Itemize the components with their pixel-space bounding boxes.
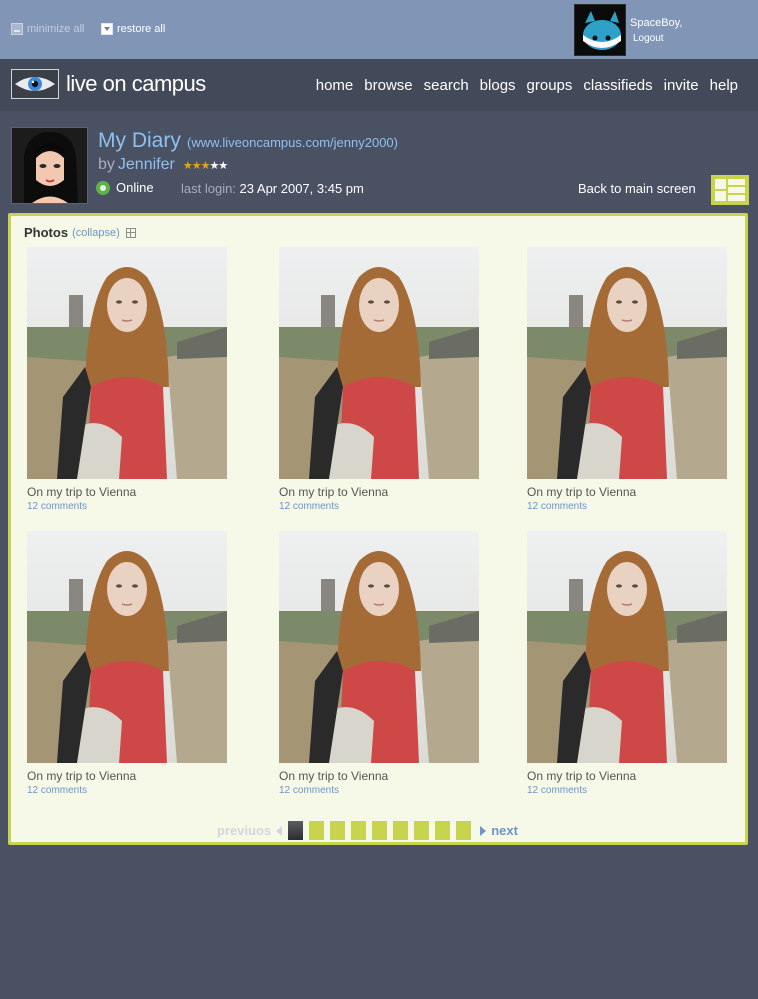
photo-comments-link[interactable]: 12 comments: [27, 785, 227, 796]
page-button-9[interactable]: [456, 821, 472, 840]
nav-home[interactable]: home: [316, 77, 354, 94]
photo-image: [279, 247, 479, 479]
user-avatar[interactable]: [574, 4, 626, 56]
eye-icon: [12, 70, 58, 98]
last-login-label: last login:: [181, 181, 236, 196]
photo-caption: On my trip to Vienna: [279, 485, 389, 499]
photo-caption: On my trip to Vienna: [279, 769, 389, 783]
diary-title: My Diary: [98, 129, 181, 152]
minimize-all-button[interactable]: minimize all: [11, 23, 84, 35]
photo-thumbnail[interactable]: [27, 531, 227, 763]
photo-caption: On my trip to Vienna: [27, 485, 137, 499]
nav-help[interactable]: help: [710, 77, 738, 94]
previous-arrow-icon[interactable]: [276, 825, 283, 836]
star-empty-icon: ★: [218, 160, 228, 172]
username: SpaceBoy,: [630, 17, 683, 29]
page-button-5[interactable]: [372, 821, 388, 840]
nav-classifieds[interactable]: classifieds: [583, 77, 652, 94]
photo-item: On my trip to Vienna 12 comments: [527, 247, 727, 512]
photo-item: On my trip to Vienna 12 comments: [27, 247, 227, 512]
photo-comments-link[interactable]: 12 comments: [279, 785, 479, 796]
layout-grid-icon: [713, 177, 747, 203]
photo-image: [27, 531, 227, 763]
page-button-4[interactable]: [351, 821, 367, 840]
page-button-2[interactable]: [309, 821, 325, 840]
back-to-main-link[interactable]: Back to main screen: [578, 181, 696, 196]
last-login: last login: 23 Apr 2007, 3:45 pm: [181, 181, 364, 196]
nav-search[interactable]: search: [424, 77, 469, 94]
layout-toggle-button[interactable]: [711, 175, 749, 205]
site-header: live on campus home browse search blogs …: [0, 59, 758, 111]
photos-panel: Photos (collapse) On my trip to Vienna 12…: [8, 213, 748, 845]
photo-item: On my trip to Vienna 12 comments: [279, 531, 479, 796]
photo-comments-link[interactable]: 12 comments: [27, 501, 227, 512]
by-label: by: [98, 156, 115, 173]
next-link[interactable]: next: [491, 823, 518, 838]
star-filled-icon: ★: [191, 160, 202, 172]
profile-picture[interactable]: [11, 127, 88, 204]
diary-url-link[interactable]: (www.liveoncampus.com/jenny2000): [187, 135, 398, 150]
photo-image: [279, 531, 479, 763]
restore-icon: [101, 23, 113, 35]
photo-image: [527, 247, 727, 479]
nav-blogs[interactable]: blogs: [480, 77, 516, 94]
page-button-1[interactable]: [288, 821, 304, 840]
author-line: by Jennifer ★★★★★: [98, 156, 228, 174]
photo-caption: On my trip to Vienna: [527, 769, 637, 783]
nav-invite[interactable]: invite: [664, 77, 699, 94]
profile-portrait-icon: [12, 128, 87, 203]
photo-image: [27, 247, 227, 479]
page-button-3[interactable]: [330, 821, 346, 840]
photo-caption: On my trip to Vienna: [527, 485, 637, 499]
photo-item: On my trip to Vienna 12 comments: [527, 531, 727, 796]
logout-link[interactable]: Logout: [633, 33, 664, 44]
expand-grid-icon[interactable]: [125, 227, 136, 238]
page-button-8[interactable]: [435, 821, 451, 840]
star-empty-icon: ★: [209, 160, 219, 172]
avatar-character-icon: [575, 5, 625, 55]
restore-all-label: restore all: [117, 23, 166, 35]
photo-comments-link[interactable]: 12 comments: [527, 501, 727, 512]
photos-panel-header: Photos (collapse): [24, 225, 136, 240]
restore-all-button[interactable]: restore all: [101, 23, 165, 35]
photo-comments-link[interactable]: 12 comments: [279, 501, 479, 512]
minimize-all-label: minimize all: [27, 23, 85, 35]
page-button-7[interactable]: [414, 821, 430, 840]
photo-thumbnail[interactable]: [527, 531, 727, 763]
photo-thumbnail[interactable]: [27, 247, 227, 479]
online-status-icon: [96, 180, 110, 195]
next-arrow-icon[interactable]: [480, 825, 487, 836]
photo-caption: On my trip to Vienna: [27, 769, 137, 783]
photo-thumbnail[interactable]: [279, 247, 479, 479]
star-filled-icon: ★: [182, 160, 193, 172]
pagination: previuos next: [217, 821, 518, 840]
minimize-icon: [11, 23, 23, 35]
previous-link[interactable]: previuos: [217, 823, 271, 838]
photo-comments-link[interactable]: 12 comments: [527, 785, 727, 796]
eye-logo-icon[interactable]: [11, 69, 59, 99]
top-bar: minimize all restore all SpaceBoy, Logou…: [0, 0, 758, 59]
photo-image: [527, 531, 727, 763]
collapse-link[interactable]: (collapse): [72, 227, 120, 239]
status-label: Online: [116, 180, 154, 195]
rating-stars: ★★★★★: [182, 159, 228, 172]
nav-browse[interactable]: browse: [364, 77, 412, 94]
photo-item: On my trip to Vienna 12 comments: [27, 531, 227, 796]
photo-thumbnail[interactable]: [527, 247, 727, 479]
page-button-6[interactable]: [393, 821, 409, 840]
last-login-value: 23 Apr 2007, 3:45 pm: [239, 181, 364, 196]
photo-item: On my trip to Vienna 12 comments: [279, 247, 479, 512]
nav-groups[interactable]: groups: [527, 77, 573, 94]
photos-title: Photos: [24, 225, 69, 240]
main-nav: home browse search blogs groups classifi…: [316, 77, 738, 94]
site-logo-text[interactable]: live on campus: [66, 71, 206, 97]
photo-thumbnail[interactable]: [279, 531, 479, 763]
online-status: Online: [96, 180, 154, 195]
author-link[interactable]: Jennifer: [118, 156, 175, 174]
